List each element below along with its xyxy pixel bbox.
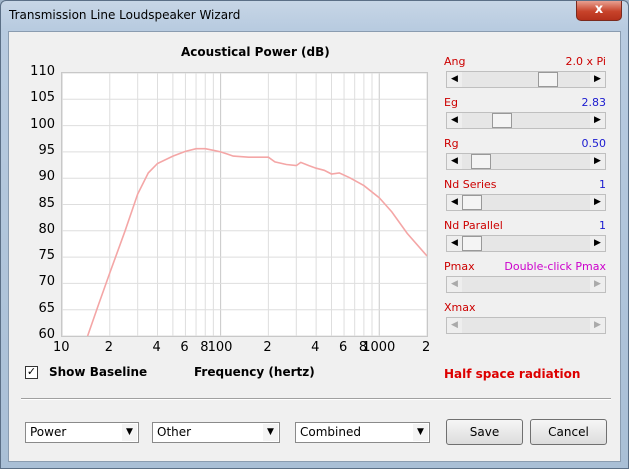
param-label: Xmax — [444, 301, 476, 314]
x-tick-label: 100 — [207, 340, 233, 355]
radiation-label: Half space radiation — [444, 367, 581, 381]
param-label: Pmax — [444, 260, 475, 273]
y-tick-label: 65 — [38, 300, 55, 316]
param-value: 1 — [599, 178, 606, 191]
scroll-right-icon[interactable]: ▶ — [590, 195, 605, 210]
scroll-right-icon[interactable]: ▶ — [590, 318, 605, 333]
scroll-left-icon[interactable]: ◀ — [447, 318, 462, 333]
scroll-right-icon[interactable]: ▶ — [590, 277, 605, 292]
cancel-button[interactable]: Cancel — [530, 419, 607, 445]
param-label: Nd Parallel — [444, 219, 503, 232]
x-tick-label: 6 — [180, 340, 189, 355]
type-select[interactable]: Power ▼ — [25, 422, 139, 443]
y-tick-label: 100 — [30, 116, 55, 132]
chevron-down-icon[interactable]: ▼ — [413, 424, 428, 441]
other-select-value: Other — [157, 425, 192, 439]
param-value: 0.50 — [581, 137, 607, 150]
y-tick-label: 85 — [38, 195, 55, 211]
show-baseline-label: Show Baseline — [49, 365, 148, 379]
param-scrollbar[interactable]: ◀ ▶ — [446, 317, 606, 334]
x-axis-label: Frequency (hertz) — [194, 365, 315, 379]
param-label: Ang — [444, 55, 466, 68]
chevron-down-icon[interactable]: ▼ — [263, 424, 278, 441]
x-tick-label: 4 — [152, 340, 161, 355]
chart-title: Acoustical Power (dB) — [181, 45, 330, 59]
y-tick-label: 80 — [38, 221, 55, 237]
y-tick-label: 110 — [30, 64, 55, 79]
scroll-right-icon[interactable]: ▶ — [590, 236, 605, 251]
client-area: Acoustical Power (dB) 110 105 100 95 90 85 80 7… — [8, 31, 621, 462]
scroll-right-icon[interactable]: ▶ — [590, 72, 605, 87]
x-tick-label: 2 — [104, 340, 114, 355]
param-label: Nd Series — [444, 178, 497, 191]
x-tick-label: 10 — [53, 340, 70, 355]
save-button[interactable]: Save — [446, 419, 523, 445]
y-tick-label: 90 — [38, 169, 55, 185]
param-label: Eg — [444, 96, 458, 109]
scroll-thumb[interactable] — [492, 113, 513, 128]
close-icon: x — [594, 2, 604, 17]
other-select[interactable]: Other ▼ — [152, 422, 280, 443]
param-scrollbar[interactable]: ◀ ▶ — [446, 235, 606, 252]
title-bar[interactable]: Transmission Line Loudspeaker Wizard x — [1, 1, 628, 31]
check-icon: ✓ — [26, 365, 37, 378]
power-plot — [61, 72, 428, 337]
show-baseline-checkbox[interactable]: ✓ — [25, 366, 38, 379]
x-tick-label: 2 — [422, 340, 431, 355]
scroll-left-icon[interactable]: ◀ — [447, 72, 462, 87]
param-scrollbar[interactable]: ◀ ▶ — [446, 194, 606, 211]
divider — [21, 398, 611, 400]
param-label: Rg — [444, 137, 459, 150]
param-scrollbar[interactable]: ◀ ▶ — [446, 112, 606, 129]
y-tick-label: 105 — [30, 90, 55, 106]
param-scrollbar[interactable]: ◀ ▶ — [446, 153, 606, 170]
x-tick-label: 1000 — [362, 340, 396, 355]
wizard-window: Transmission Line Loudspeaker Wizard x A… — [0, 0, 629, 469]
chevron-down-icon[interactable]: ▼ — [122, 424, 137, 441]
scroll-right-icon[interactable]: ▶ — [590, 154, 605, 169]
type-select-value: Power — [30, 425, 67, 439]
scroll-thumb[interactable] — [537, 72, 558, 87]
x-tick-label: 4 — [311, 340, 320, 355]
mode-select-value: Combined — [300, 425, 361, 439]
scroll-left-icon[interactable]: ◀ — [447, 277, 462, 292]
param-value: 2.83 — [581, 96, 607, 109]
window-title: Transmission Line Loudspeaker Wizard — [9, 8, 241, 22]
scroll-thumb[interactable] — [462, 236, 482, 251]
scroll-left-icon[interactable]: ◀ — [447, 236, 462, 251]
close-button[interactable]: x — [576, 1, 622, 21]
param-scrollbar[interactable]: ◀ ▶ — [446, 71, 606, 88]
scroll-left-icon[interactable]: ◀ — [447, 154, 462, 169]
y-tick-label: 60 — [38, 327, 55, 342]
scroll-right-icon[interactable]: ▶ — [590, 113, 605, 128]
param-value[interactable]: Double-click Pmax — [504, 260, 606, 273]
power-series-line — [86, 147, 428, 337]
scroll-thumb[interactable] — [470, 154, 491, 169]
param-scrollbar[interactable]: ◀ ▶ — [446, 276, 606, 293]
param-value: 1 — [599, 219, 606, 232]
scroll-left-icon[interactable]: ◀ — [447, 195, 462, 210]
x-tick-label: 2 — [263, 340, 272, 355]
x-tick-label: 6 — [339, 340, 348, 355]
y-tick-label: 70 — [38, 274, 55, 290]
y-tick-label: 95 — [38, 142, 55, 158]
scroll-thumb[interactable] — [462, 195, 482, 210]
mode-select[interactable]: Combined ▼ — [295, 422, 430, 443]
plot-svg — [61, 72, 428, 337]
y-tick-label: 75 — [38, 248, 55, 264]
param-value: 2.0 x Pi — [565, 55, 606, 68]
scroll-left-icon[interactable]: ◀ — [447, 113, 462, 128]
